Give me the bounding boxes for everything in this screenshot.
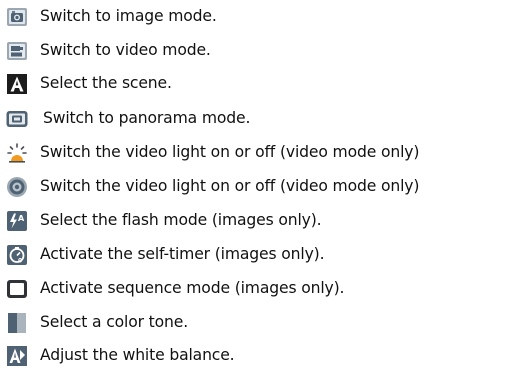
list-item-label: Select the flash mode (images only).	[40, 211, 322, 229]
video-mode-icon	[6, 40, 28, 62]
sequence-mode-icon	[6, 278, 28, 300]
list-item-label: Select a color tone.	[40, 313, 189, 331]
list-item: Select the scene.	[0, 71, 512, 97]
list-item: A Select the flash mode (images only).	[0, 208, 512, 234]
video-light-icon	[6, 142, 28, 164]
list-item-label: Adjust the white balance.	[40, 346, 235, 364]
image-mode-icon	[6, 6, 28, 28]
list-item: Activate sequence mode (images only).	[0, 276, 512, 302]
list-item-label: Switch to video mode.	[40, 41, 211, 59]
list-item-label: Switch to image mode.	[40, 7, 217, 25]
camera-toolbar-legend: Switch to image mode. Switch to video mo…	[0, 0, 512, 382]
list-item: Switch to panorama mode.	[0, 106, 512, 132]
list-item-label: Activate sequence mode (images only).	[40, 279, 345, 297]
self-timer-icon: 0	[6, 244, 28, 266]
scene-icon	[6, 73, 28, 95]
list-item: Select a color tone.	[0, 310, 512, 336]
list-item: Switch the video light on or off (video …	[0, 174, 512, 200]
list-item: 0 Activate the self-timer (images only).	[0, 242, 512, 268]
color-tone-icon	[6, 312, 28, 334]
list-item-label: Switch the video light on or off (video …	[40, 143, 420, 161]
video-light-off-icon	[6, 176, 28, 198]
list-item-label: Select the scene.	[40, 74, 172, 92]
svg-text:A: A	[18, 214, 25, 223]
white-balance-icon	[6, 345, 28, 367]
list-item-label: Activate the self-timer (images only).	[40, 245, 325, 263]
list-item-label: Switch to panorama mode.	[43, 109, 251, 127]
list-item: Switch the video light on or off (video …	[0, 140, 512, 166]
list-item: Switch to video mode.	[0, 38, 512, 64]
panorama-mode-icon	[6, 108, 28, 130]
svg-text:0: 0	[18, 258, 22, 265]
list-item: Adjust the white balance.	[0, 343, 512, 369]
flash-mode-icon: A	[6, 210, 28, 232]
list-item-label: Switch the video light on or off (video …	[40, 177, 420, 195]
list-item: Switch to image mode.	[0, 4, 512, 30]
